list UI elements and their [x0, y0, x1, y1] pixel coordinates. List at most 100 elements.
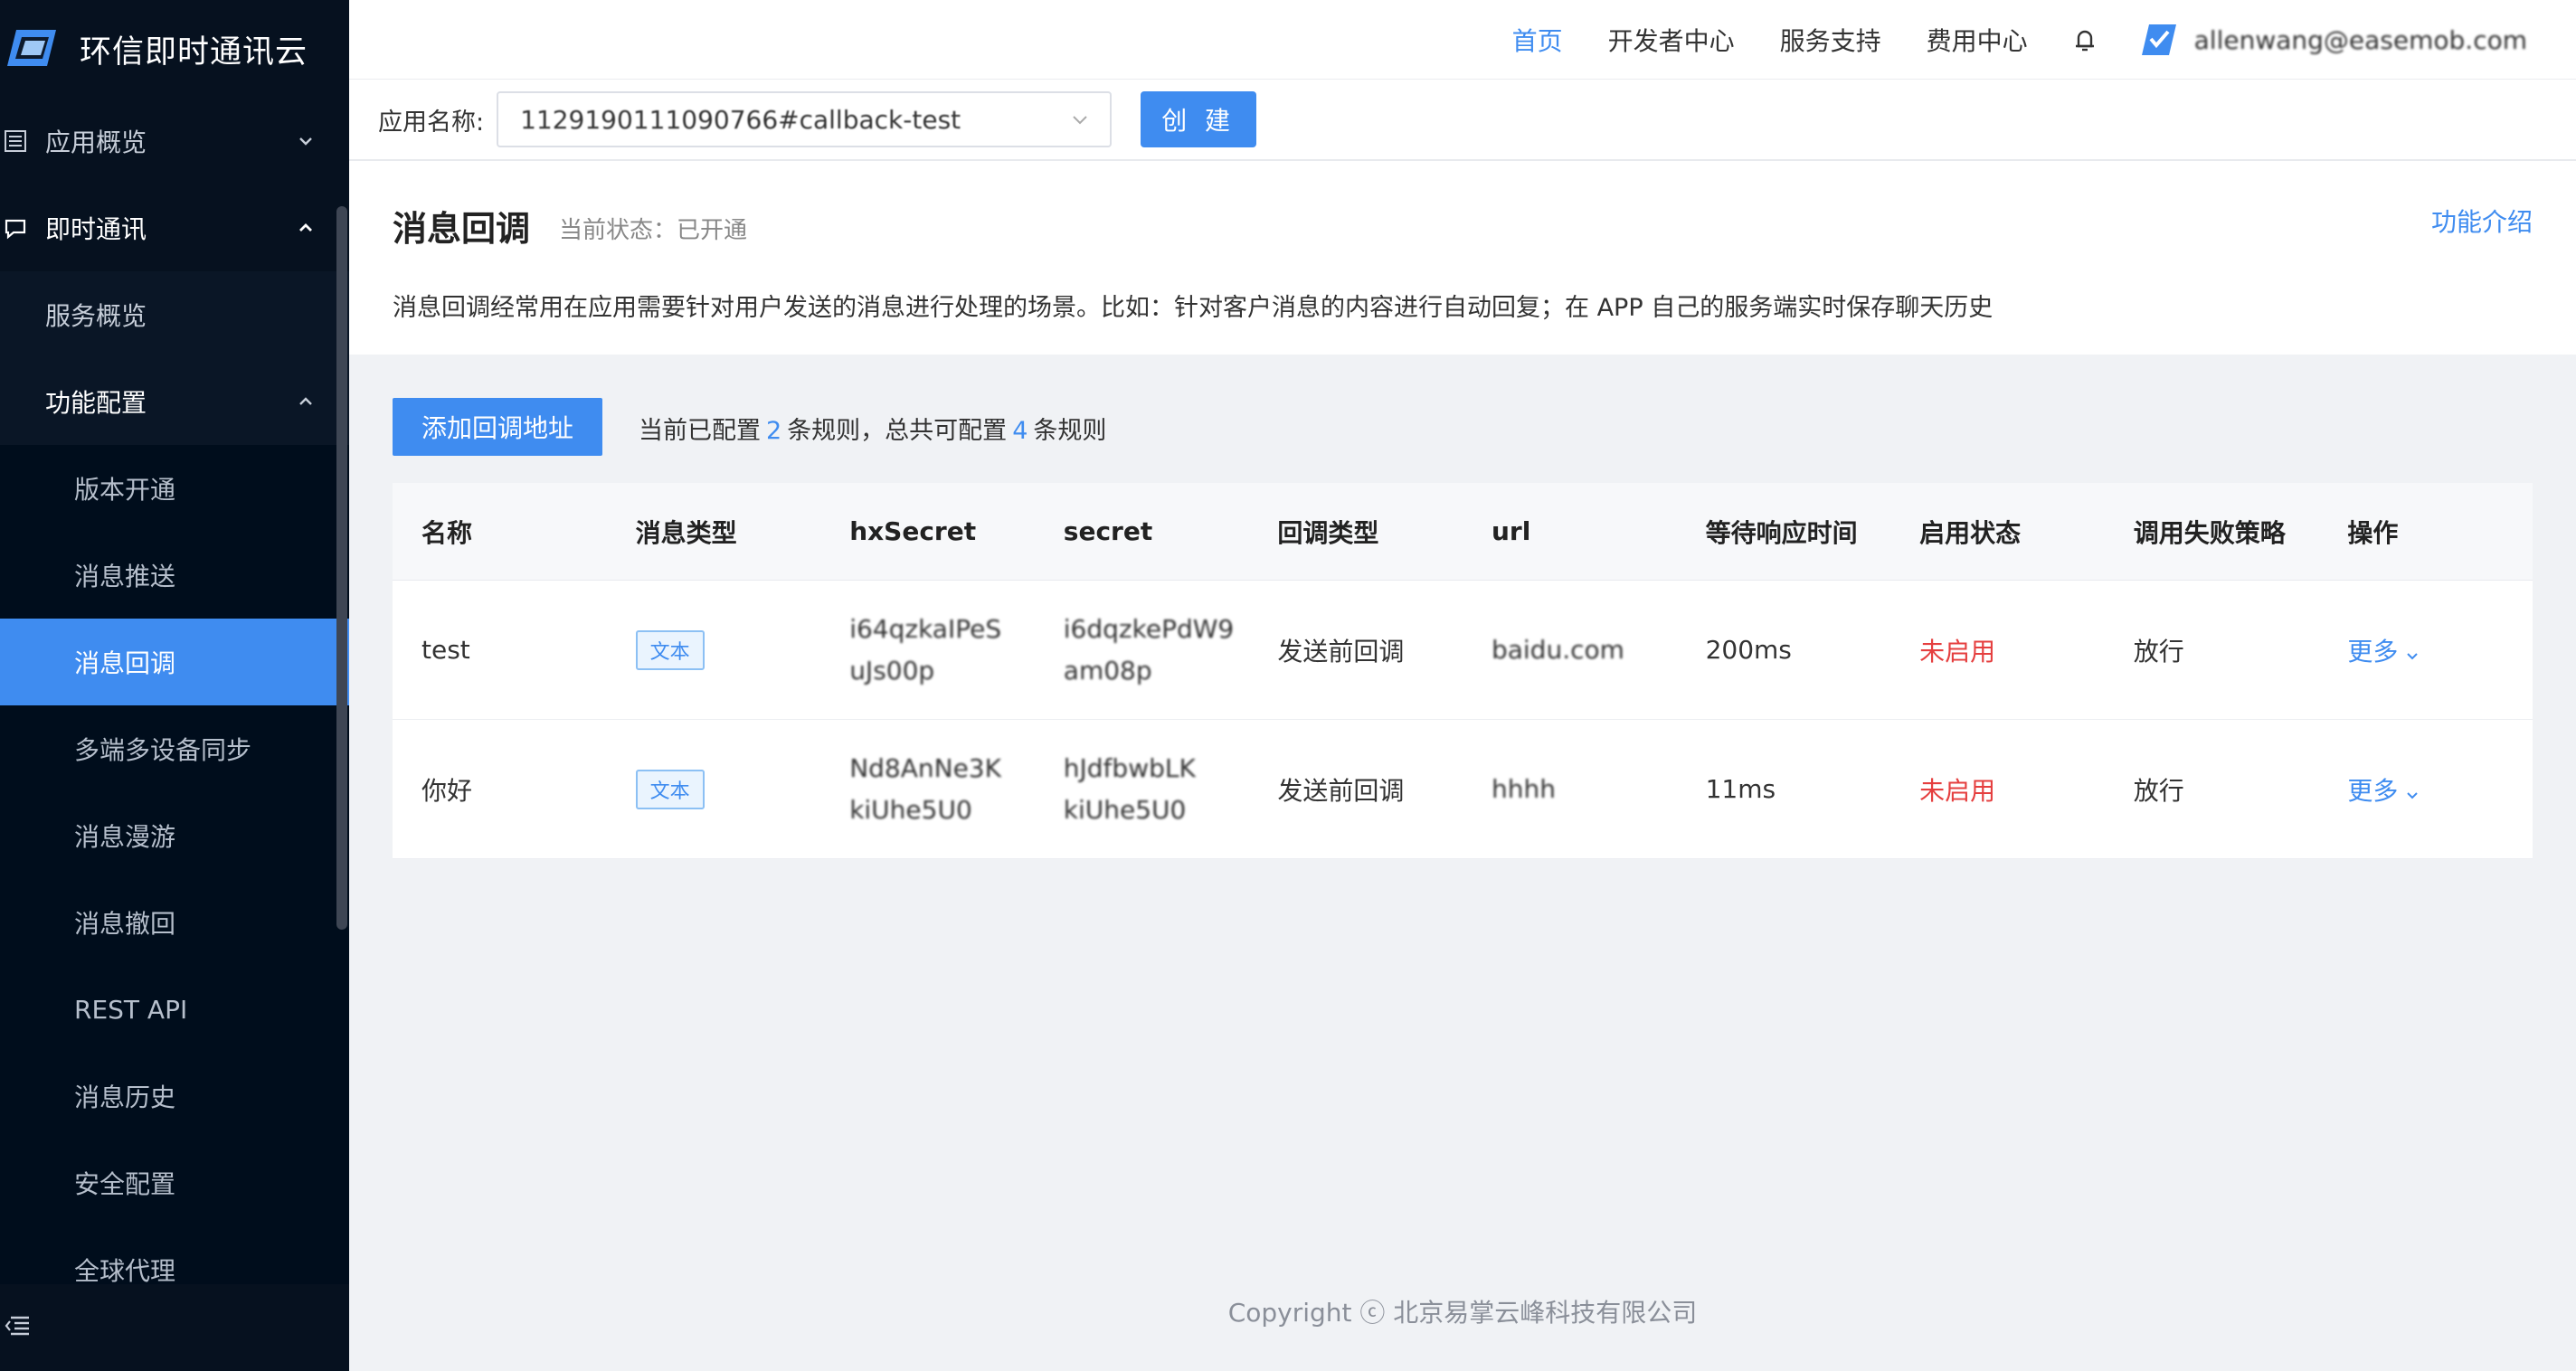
cell-timeout: 11ms [1705, 774, 1776, 804]
create-button[interactable]: 创 建 [1141, 91, 1257, 147]
msg-type-tag: 文本 [635, 769, 705, 809]
cell-callback-type: 发送前回调 [1277, 775, 1405, 806]
user-email: allenwang@easemob.com [2193, 24, 2527, 55]
column-header: 调用失败策略 [2133, 517, 2286, 548]
column-header: 回调类型 [1277, 517, 1379, 548]
app-select-value: 1129190111090766#callback-test [520, 104, 961, 135]
cell-msg-type: 文本 [607, 629, 821, 670]
sidebar-item-label: 消息漫游 [74, 822, 176, 852]
cell-url: baidu.com [1491, 634, 1624, 665]
column-header: 启用状态 [1919, 517, 2022, 548]
table-row: test 文本 i64qzkaIPeS uJs00p i6dqzkePdW9 a… [393, 581, 2533, 720]
sidebar-item-roaming[interactable]: 消息漫游 [0, 792, 349, 879]
sidebar-scrollbar[interactable] [336, 206, 347, 930]
cell-name: 你好 [421, 775, 473, 806]
sidebar-item-label: 多端多设备同步 [74, 735, 252, 765]
brand-logo-icon [4, 21, 60, 77]
sidebar-item-label: 消息撤回 [74, 909, 176, 939]
page-description: 消息回调经常用在应用需要针对用户发送的消息进行处理的场景。比如：针对客户消息的内… [393, 294, 1994, 322]
rules-prefix: 当前已配置 [639, 417, 761, 445]
sidebar-item-label: 应用概览 [45, 128, 147, 157]
page-title: 消息回调 [393, 209, 531, 249]
column-header: hxSecret [849, 516, 977, 546]
sidebar-item-label: 服务概览 [45, 301, 147, 331]
sidebar-item-label: 安全配置 [74, 1169, 176, 1199]
sidebar-item-version[interactable]: 版本开通 [0, 445, 349, 532]
cell-secret: i6dqzkePdW9 am08p [1063, 613, 1235, 686]
sidebar-item-rest-api[interactable]: REST API [0, 966, 349, 1053]
sidebar-item-history[interactable]: 消息历史 [0, 1053, 349, 1139]
sidebar: 环信即时通讯云 应用概览 即时通讯 服务概览 功能配置 版本开通 消息推送 消息… [0, 0, 349, 1371]
column-header: 等待响应时间 [1705, 517, 1858, 548]
bell-icon[interactable] [2069, 24, 2100, 55]
sidebar-item-label: REST API [74, 994, 188, 1025]
collapse-menu-icon [4, 1314, 31, 1341]
cell-hx-secret: Nd8AnNe3K kiUhe5U0 [849, 752, 1001, 825]
msg-type-tag: 文本 [635, 629, 705, 670]
chevron-up-icon [295, 217, 317, 239]
cell-url: hhhh [1491, 773, 1556, 804]
table-row: 你好 文本 Nd8AnNe3K kiUhe5U0 hJdfbwbLK kiUhe… [393, 720, 2533, 859]
sidebar-item-service-overview[interactable]: 服务概览 [0, 271, 349, 358]
sidebar-item-label: 全球代理 [74, 1256, 176, 1284]
more-actions-link[interactable]: 更多 [2347, 632, 2533, 668]
main-content: 添加回调地址 当前已配置 2 条规则，总共可配置 4 条规则 名称 消息类型 hxSec… [349, 355, 2576, 1371]
brand-logo[interactable]: 环信即时通讯云 [0, 0, 349, 98]
sidebar-item-recall[interactable]: 消息撤回 [0, 879, 349, 966]
cell-timeout: 200ms [1705, 635, 1792, 665]
sidebar-item-push[interactable]: 消息推送 [0, 532, 349, 619]
user-avatar-icon [2138, 19, 2180, 61]
column-header: 操作 [2347, 517, 2399, 548]
more-label: 更多 [2347, 636, 2399, 667]
app-select[interactable]: 1129190111090766#callback-test [497, 91, 1113, 147]
table-header: 名称 消息类型 hxSecret secret 回调类型 url 等待响应时间 … [393, 483, 2533, 581]
sidebar-item-app-overview[interactable]: 应用概览 [0, 98, 349, 184]
cell-callback-type: 发送前回调 [1277, 636, 1405, 667]
add-callback-button[interactable]: 添加回调地址 [393, 398, 602, 456]
column-header: 消息类型 [635, 517, 737, 548]
app-name-label: 应用名称: [378, 108, 485, 137]
nav-support[interactable]: 服务支持 [1780, 22, 1881, 58]
sidebar-menu: 应用概览 即时通讯 服务概览 功能配置 版本开通 消息推送 消息回调 多端多设备… [0, 98, 349, 1284]
cell-operation: 更多 [2318, 632, 2533, 668]
sidebar-item-multi-device[interactable]: 多端多设备同步 [0, 705, 349, 792]
brand-title: 环信即时通讯云 [80, 33, 308, 71]
more-actions-link[interactable]: 更多 [2347, 771, 2533, 808]
sidebar-item-label: 即时通讯 [45, 214, 147, 244]
nav-home[interactable]: 首页 [1512, 22, 1563, 58]
sidebar-item-im[interactable]: 即时通讯 [0, 184, 349, 271]
sidebar-item-label: 版本开通 [74, 475, 176, 505]
chat-icon [2, 214, 29, 241]
cell-hx-secret: i64qzkaIPeS uJs00p [849, 613, 1002, 686]
rules-total-count: 4 [1012, 417, 1028, 445]
chevron-down-icon [2403, 780, 2421, 799]
collapse-sidebar-button[interactable] [0, 1284, 349, 1371]
cell-name: test [421, 635, 470, 665]
rules-summary: 当前已配置 2 条规则，总共可配置 4 条规则 [639, 411, 1106, 446]
column-header: 名称 [421, 517, 473, 548]
column-header: url [1491, 516, 1531, 546]
status-text: 当前状态：已开通 [559, 217, 748, 244]
sidebar-item-label: 消息回调 [74, 648, 176, 678]
sidebar-item-global-proxy[interactable]: 全球代理 [0, 1226, 349, 1284]
sidebar-item-security[interactable]: 安全配置 [0, 1139, 349, 1226]
more-label: 更多 [2347, 775, 2399, 806]
chevron-down-icon [1068, 108, 1092, 131]
rules-suffix: 条规则 [1033, 417, 1107, 445]
user-menu[interactable]: allenwang@easemob.com [2138, 19, 2527, 61]
top-nav-links: 首页 开发者中心 服务支持 费用中心 allenwang@easemob.com [1512, 0, 2576, 80]
column-header: secret [1063, 516, 1153, 546]
callback-table: 名称 消息类型 hxSecret secret 回调类型 url 等待响应时间 … [393, 483, 2533, 859]
cell-enabled-status: 未启用 [1919, 775, 1996, 806]
rules-configured-count: 2 [766, 417, 782, 445]
nav-developer-center[interactable]: 开发者中心 [1608, 22, 1735, 58]
feature-intro-link[interactable]: 功能介绍 [2431, 203, 2533, 239]
nav-billing[interactable]: 费用中心 [1927, 22, 2028, 58]
cell-enabled-status: 未启用 [1919, 636, 1996, 667]
sidebar-item-feature-config[interactable]: 功能配置 [0, 358, 349, 445]
cell-operation: 更多 [2318, 771, 2533, 808]
chevron-up-icon [295, 391, 317, 412]
list-icon [2, 128, 29, 155]
cell-msg-type: 文本 [607, 769, 821, 809]
sidebar-item-callback[interactable]: 消息回调 [0, 619, 349, 705]
